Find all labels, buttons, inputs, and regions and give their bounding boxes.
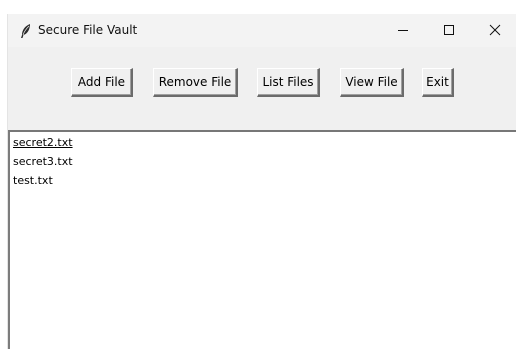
maximize-button[interactable] xyxy=(426,14,472,47)
window-title: Secure File Vault xyxy=(38,23,138,37)
add-file-button[interactable]: Add File xyxy=(71,68,133,97)
file-listbox[interactable]: secret2.txt secret3.txt test.txt xyxy=(8,130,516,349)
minimize-button[interactable] xyxy=(380,14,426,47)
close-icon xyxy=(489,21,501,40)
list-item[interactable]: secret2.txt xyxy=(13,136,73,150)
close-button[interactable] xyxy=(472,14,516,47)
list-item[interactable]: secret3.txt xyxy=(13,155,73,169)
list-files-button[interactable]: List Files xyxy=(257,68,320,97)
remove-file-button[interactable]: Remove File xyxy=(153,68,238,97)
title-bar[interactable]: Secure File Vault xyxy=(8,14,516,47)
app-window: Secure File Vault Add File Remove File L… xyxy=(7,14,516,349)
toolbar: Add File Remove File List Files View Fil… xyxy=(8,47,516,130)
maximize-icon xyxy=(443,21,455,40)
feather-icon xyxy=(19,23,33,39)
list-item[interactable]: test.txt xyxy=(13,174,53,188)
view-file-button[interactable]: View File xyxy=(340,68,404,97)
minimize-icon xyxy=(397,21,409,40)
exit-button[interactable]: Exit xyxy=(422,68,454,97)
